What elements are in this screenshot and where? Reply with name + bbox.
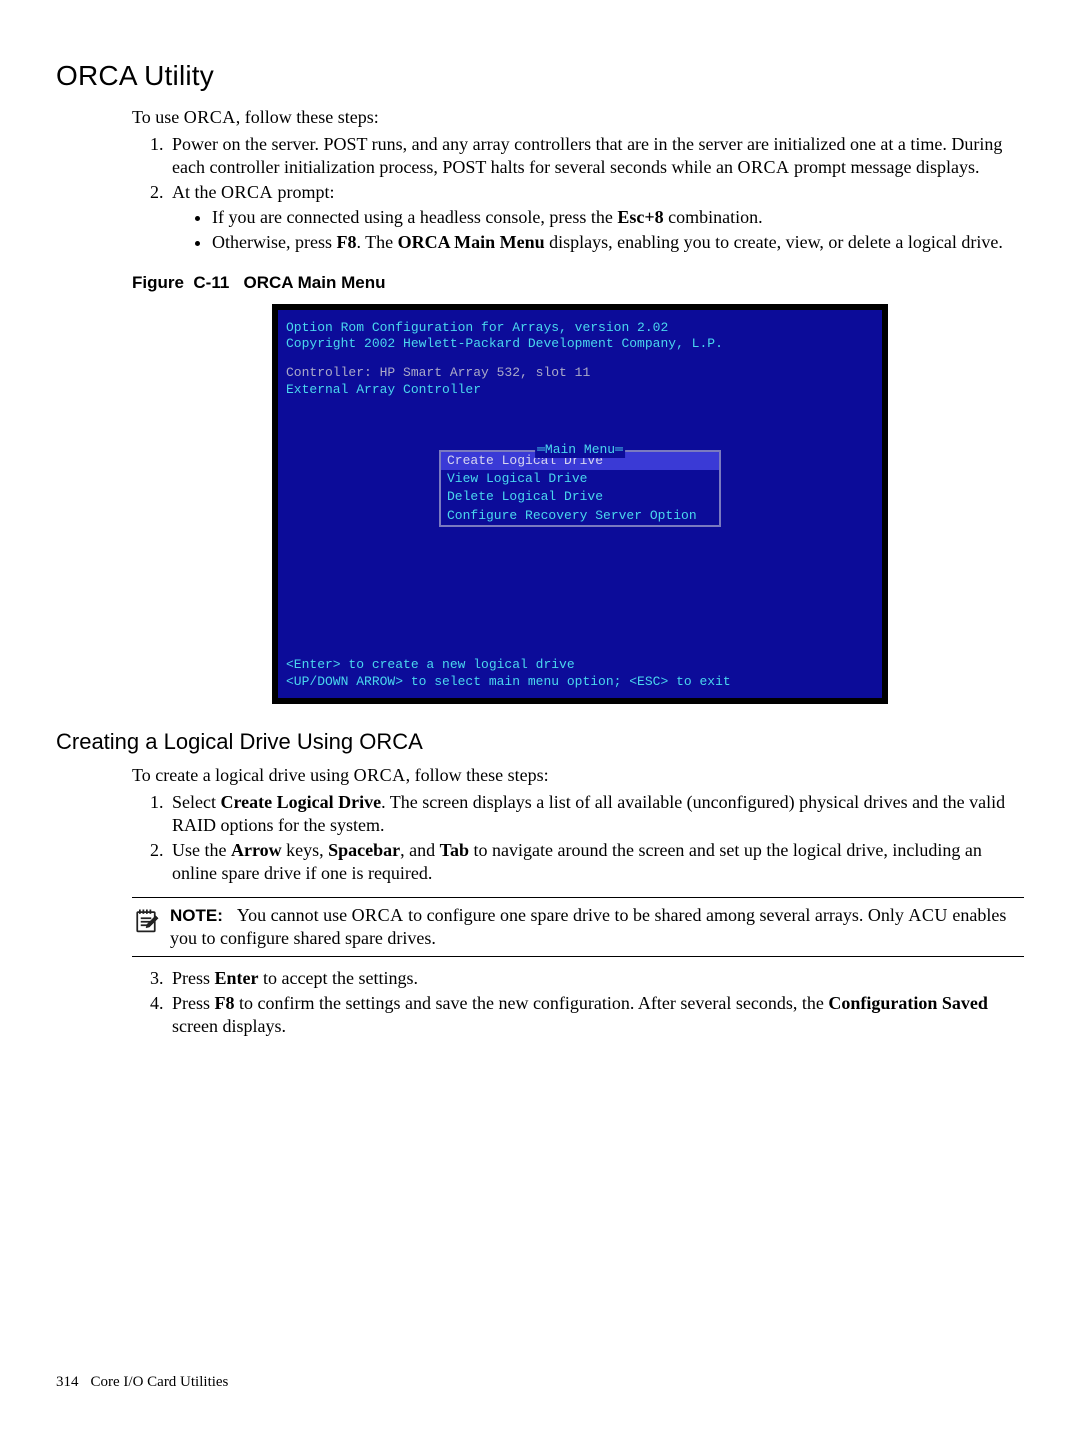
terminal-line: Option Rom Configuration for Arrays, ver… [286, 320, 874, 336]
bullet-2: Otherwise, press F8. The ORCA Main Menu … [212, 231, 1024, 254]
text-orca: ORCA [184, 107, 236, 127]
text-bold: Spacebar [328, 840, 400, 860]
intro-paragraph: To use ORCA, follow these steps: [132, 106, 1024, 129]
terminal-frame: Option Rom Configuration for Arrays, ver… [272, 304, 888, 704]
text-bold: Configuration Saved [828, 993, 988, 1013]
figure-label: Figure C-11 [132, 273, 229, 292]
text: Use the [172, 840, 231, 860]
text-orca: ORCA [221, 182, 273, 202]
text: To use [132, 107, 184, 127]
section-2-lead: To create a logical drive using ORCA, fo… [132, 764, 1024, 787]
text: , and [400, 840, 440, 860]
heading-creating-logical-drive: Creating a Logical Drive Using ORCA [56, 728, 1024, 756]
text: keys, [282, 840, 329, 860]
terminal-line: Controller: HP Smart Array 532, slot 11 [286, 365, 874, 381]
text-bold: Esc+8 [617, 207, 663, 227]
page-number: 314 [56, 1374, 79, 1390]
text: Otherwise, press [212, 232, 336, 252]
step-1: Power on the server. POST runs, and any … [168, 133, 1024, 179]
text: If you are connected using a headless co… [212, 207, 617, 227]
text: To create a logical drive using [132, 765, 354, 785]
menu-item-delete[interactable]: Delete Logical Drive [441, 488, 719, 506]
figure-title: ORCA Main Menu [243, 273, 385, 292]
step-1: Select Create Logical Drive. The screen … [168, 791, 1024, 837]
note-icon [132, 906, 160, 940]
text-bold: Tab [440, 840, 469, 860]
text: Press [172, 968, 215, 988]
footer-title: Core I/O Card Utilities [91, 1374, 229, 1390]
text-bold: ORCA Main Menu [398, 232, 545, 252]
text: . The [356, 232, 397, 252]
text: displays, enabling you to create, view, … [545, 232, 1003, 252]
note-label: NOTE: [170, 906, 223, 925]
text: prompt: [273, 182, 335, 202]
intro-block: To use ORCA, follow these steps: Power o… [132, 106, 1024, 704]
page-footer: 314 Core I/O Card Utilities [56, 1373, 228, 1392]
terminal-screen: Option Rom Configuration for Arrays, ver… [278, 310, 882, 698]
text-bold: Create Logical Drive [220, 792, 381, 812]
step-3: Press Enter to accept the settings. [168, 967, 1024, 990]
document-page: ORCA Utility To use ORCA, follow these s… [0, 0, 1080, 1438]
menu-title: ═Main Menu═ [535, 442, 625, 458]
figure-screenshot: Option Rom Configuration for Arrays, ver… [136, 304, 1024, 704]
text: Main Menu [545, 442, 615, 457]
text-bold: F8 [215, 993, 235, 1013]
text-bold: Arrow [231, 840, 282, 860]
text: screen displays. [172, 1016, 286, 1036]
text: to configure one spare drive to be share… [404, 905, 909, 925]
section-2-block: To create a logical drive using ORCA, fo… [132, 764, 1024, 1038]
text: to accept the settings. [259, 968, 418, 988]
bullet-1: If you are connected using a headless co… [212, 206, 1024, 229]
terminal-line: <UP/DOWN ARROW> to select main menu opti… [286, 674, 731, 690]
terminal-main-menu: ═Main Menu═ Create Logical Drive View Lo… [439, 450, 721, 527]
note-text: NOTE: You cannot use ORCA to configure on… [170, 904, 1024, 950]
text-orca: ORCA [352, 905, 404, 925]
text: combination. [664, 207, 763, 227]
text: Select [172, 792, 220, 812]
note-block: NOTE: You cannot use ORCA to configure on… [132, 897, 1024, 957]
heading-orca-utility: ORCA Utility [56, 58, 1024, 94]
text-orca: ORCA [738, 157, 790, 177]
terminal-line: External Array Controller [286, 382, 874, 398]
text: , follow these steps: [406, 765, 549, 785]
step-2: At the ORCA prompt: If you are connected… [168, 181, 1024, 254]
text-bold: F8 [336, 232, 356, 252]
figure-caption: Figure C-11 ORCA Main Menu [132, 272, 1024, 294]
terminal-footer: <Enter> to create a new logical drive <U… [286, 657, 731, 690]
step-2: Use the Arrow keys, Spacebar, and Tab to… [168, 839, 1024, 885]
steps-list-1: Power on the server. POST runs, and any … [132, 133, 1024, 254]
text-orca: ORCA [354, 765, 406, 785]
text: prompt message displays. [790, 157, 980, 177]
bullet-list: If you are connected using a headless co… [172, 206, 1024, 254]
terminal-line: Copyright 2002 Hewlett-Packard Developme… [286, 336, 874, 352]
text: Press [172, 993, 215, 1013]
divider [132, 956, 1024, 957]
notepad-icon [132, 906, 160, 934]
steps-list-3: Press Enter to accept the settings. Pres… [132, 967, 1024, 1038]
steps-list-2: Select Create Logical Drive. The screen … [132, 791, 1024, 885]
menu-item-view[interactable]: View Logical Drive [441, 470, 719, 488]
menu-item-configure[interactable]: Configure Recovery Server Option [441, 507, 719, 525]
text: , follow these steps: [236, 107, 379, 127]
text: to confirm the settings and save the new… [235, 993, 829, 1013]
text-acu: ACU [908, 905, 948, 925]
text: You cannot use [237, 905, 352, 925]
text: At the [172, 182, 221, 202]
step-4: Press F8 to confirm the settings and sav… [168, 992, 1024, 1038]
terminal-line: <Enter> to create a new logical drive [286, 657, 731, 673]
text-bold: Enter [215, 968, 259, 988]
note-row: NOTE: You cannot use ORCA to configure on… [132, 898, 1024, 956]
